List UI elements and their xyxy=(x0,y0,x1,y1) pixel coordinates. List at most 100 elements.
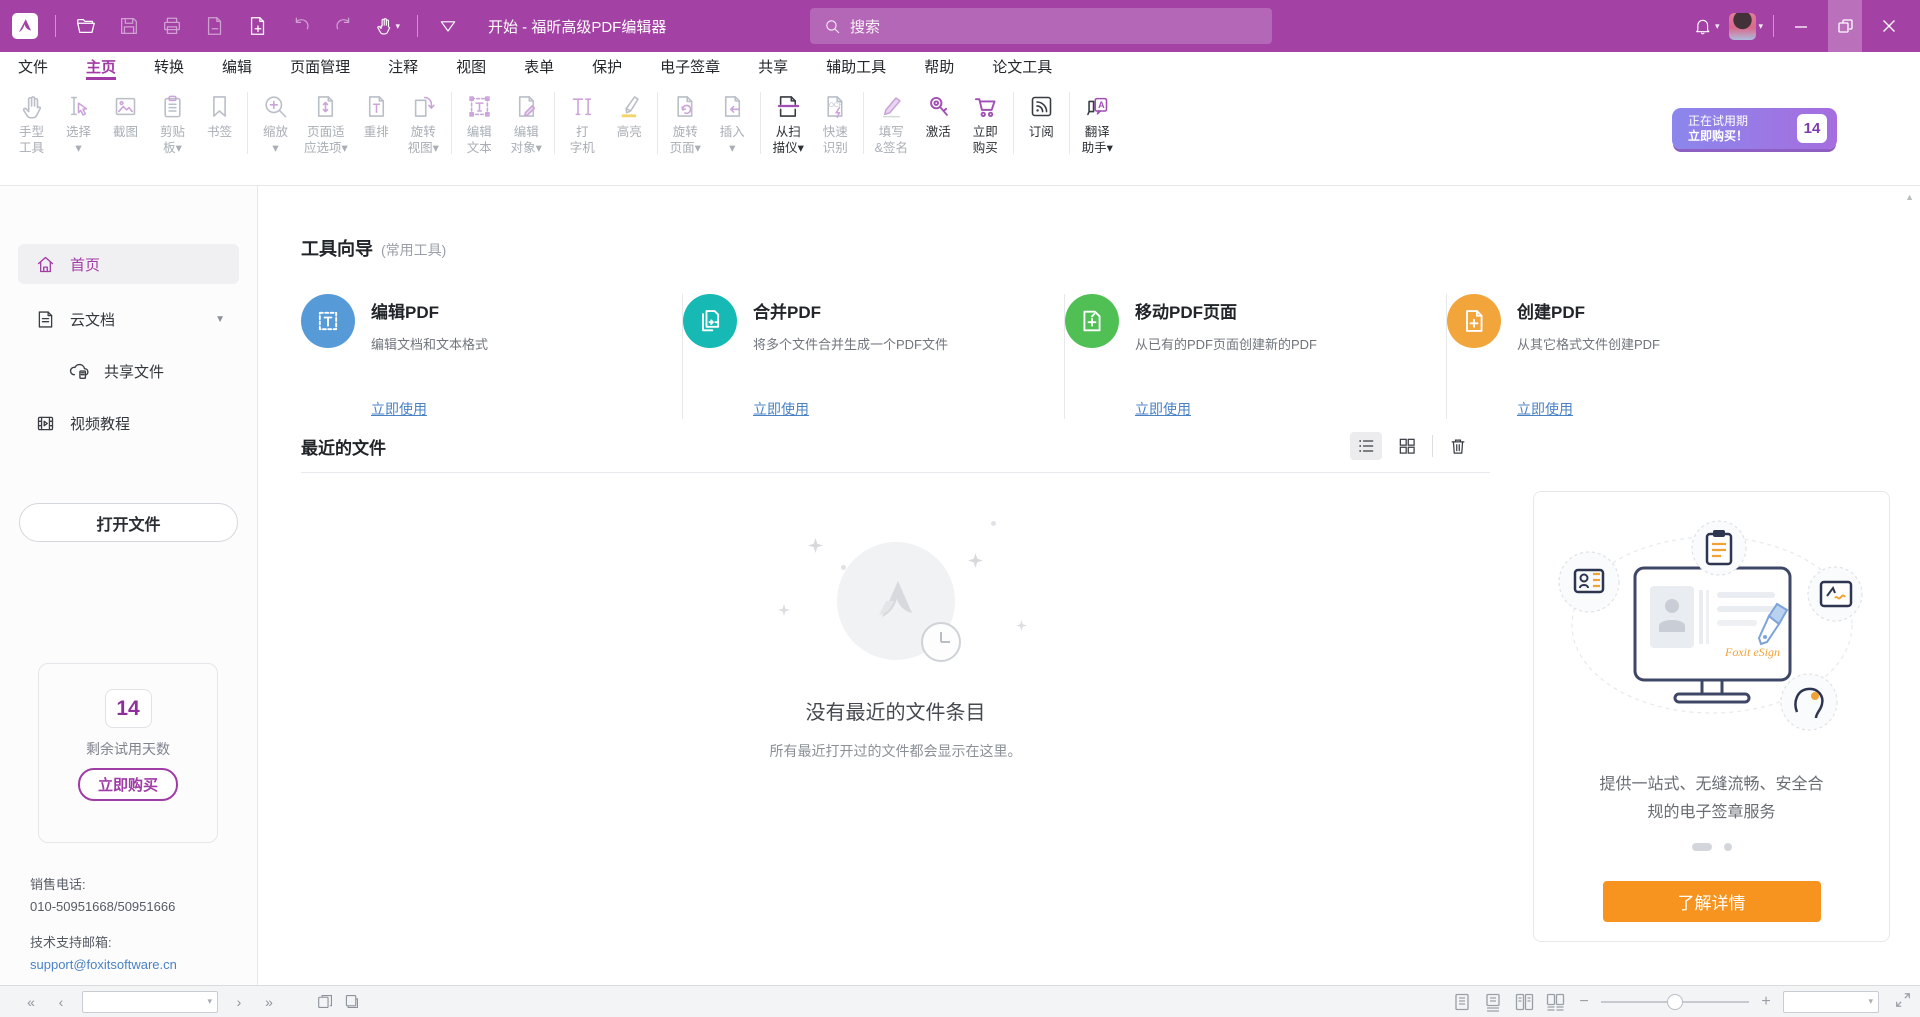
chevron-down-icon[interactable]: ▼ xyxy=(215,314,225,325)
hand-mode-icon[interactable]: ▾ xyxy=(374,11,400,41)
restore-button[interactable] xyxy=(1828,0,1862,52)
carousel-dots[interactable] xyxy=(1692,843,1732,851)
menu-page-management[interactable]: 页面管理 xyxy=(290,52,350,80)
save-icon[interactable] xyxy=(116,11,142,41)
carousel-dot[interactable] xyxy=(1724,843,1732,851)
menu-accessibility[interactable]: 辅助工具 xyxy=(826,52,886,80)
close-button[interactable] xyxy=(1872,0,1906,52)
tool-quick-ocr[interactable]: OCR 快速识别 xyxy=(812,88,859,156)
sidebar-item-cloud-docs[interactable]: 云文档 ▼ xyxy=(18,299,239,339)
collapse-ribbon-icon[interactable] xyxy=(435,11,461,41)
undo-icon[interactable] xyxy=(288,11,314,41)
use-now-link[interactable]: 立即使用 xyxy=(1135,399,1191,419)
learn-more-button[interactable]: 了解详情 xyxy=(1603,881,1821,922)
menu-paper-tools[interactable]: 论文工具 xyxy=(992,52,1052,80)
sparkle-icon xyxy=(968,553,983,573)
scrollbar-up-icon[interactable]: ▲ xyxy=(1905,192,1914,202)
print-icon[interactable] xyxy=(159,11,185,41)
tool-insert-page[interactable]: 插入▾ xyxy=(709,88,756,156)
use-now-link[interactable]: 立即使用 xyxy=(371,399,427,419)
zoom-out-button[interactable]: − xyxy=(1574,993,1594,1011)
grid-view-button[interactable] xyxy=(1391,432,1423,460)
tool-highlight[interactable]: 高亮 xyxy=(606,88,653,140)
search-input[interactable]: 搜索 xyxy=(810,8,1272,44)
carousel-dot-active[interactable] xyxy=(1692,843,1712,851)
avatar[interactable] xyxy=(1729,13,1756,40)
tool-bookmark[interactable]: 书签 xyxy=(196,88,243,140)
hand-mode-caret-icon: ▾ xyxy=(395,21,400,32)
previous-view-button[interactable] xyxy=(312,993,338,1010)
tool-reflow[interactable]: 重排 xyxy=(353,88,400,140)
add-page-icon[interactable] xyxy=(245,11,271,41)
tool-select[interactable]: 选择▾ xyxy=(55,88,102,156)
next-page-button[interactable]: › xyxy=(224,994,254,1010)
menu-help[interactable]: 帮助 xyxy=(924,52,954,80)
account-menu[interactable]: ▾ xyxy=(1729,13,1763,40)
tool-subscribe[interactable]: 订阅 xyxy=(1018,88,1065,140)
menu-edit[interactable]: 编辑 xyxy=(222,52,252,80)
zoom-in-button[interactable]: + xyxy=(1756,993,1776,1011)
zoom-slider[interactable] xyxy=(1601,992,1749,1012)
card-move-pdf-pages[interactable]: 移动PDF页面 从已有的PDF页面创建新的PDF 立即使用 xyxy=(1065,294,1447,419)
last-page-button[interactable]: » xyxy=(254,994,284,1010)
facing-continuous-view-button[interactable] xyxy=(1543,990,1567,1014)
use-now-link[interactable]: 立即使用 xyxy=(753,399,809,419)
fullscreen-button[interactable] xyxy=(1894,991,1912,1012)
tool-hand[interactable]: 手型工具 xyxy=(8,88,55,156)
list-view-button[interactable] xyxy=(1350,432,1382,460)
tool-typewriter[interactable]: 打字机 xyxy=(559,88,606,156)
trial-badge-line1: 正在试用期 xyxy=(1688,114,1797,129)
previous-page-button[interactable]: ‹ xyxy=(46,994,76,1010)
menu-share[interactable]: 共享 xyxy=(758,52,788,80)
menu-esign[interactable]: 电子签章 xyxy=(660,52,720,80)
menu-form[interactable]: 表单 xyxy=(524,52,554,80)
trial-badge[interactable]: 正在试用期 立即购买！ 14 xyxy=(1672,108,1837,149)
tool-activate[interactable]: 激活 xyxy=(915,88,962,140)
buy-now-button[interactable]: 立即购买 xyxy=(78,768,178,801)
menu-home[interactable]: 主页 xyxy=(86,52,116,80)
zoom-level-input[interactable]: ▾ xyxy=(1783,991,1879,1013)
card-create-pdf[interactable]: 创建PDF 从其它格式文件创建PDF 立即使用 xyxy=(1447,294,1829,419)
tool-translate-assistant[interactable]: A 翻译助手▾ xyxy=(1074,88,1121,156)
page-input-caret-icon[interactable]: ▾ xyxy=(207,996,212,1007)
card-edit-pdf[interactable]: 编辑PDF 编辑文档和文本格式 立即使用 xyxy=(301,294,683,419)
use-now-link[interactable]: 立即使用 xyxy=(1517,399,1573,419)
tool-buy-now[interactable]: 立即购买 xyxy=(962,88,1009,156)
card-merge-pdf[interactable]: 合并PDF 将多个文件合并生成一个PDF文件 立即使用 xyxy=(683,294,1065,419)
open-file-button[interactable]: 打开文件 xyxy=(19,503,238,542)
sidebar-item-home[interactable]: 首页 xyxy=(18,244,239,284)
tool-snapshot[interactable]: 截图 xyxy=(102,88,149,140)
zoom-slider-knob[interactable] xyxy=(1667,994,1683,1010)
tool-rotate-view[interactable]: 旋转视图▾ xyxy=(400,88,447,156)
open-file-icon[interactable] xyxy=(73,11,99,41)
continuous-view-button[interactable] xyxy=(1481,990,1505,1014)
sidebar-item-shared-files[interactable]: 共享文件 xyxy=(18,354,239,388)
tool-zoom[interactable]: 缩放▾ xyxy=(252,88,299,156)
tool-from-scanner[interactable]: 从扫描仪▾ xyxy=(765,88,812,156)
sidebar-item-video-tutorials[interactable]: 视频教程 xyxy=(18,403,239,443)
notifications-bell-icon[interactable]: ▾ xyxy=(1693,11,1719,41)
minimize-button[interactable] xyxy=(1784,0,1818,52)
tool-edit-object[interactable]: 编辑对象▾ xyxy=(503,88,550,156)
single-page-view-button[interactable] xyxy=(1450,990,1474,1014)
zoom-input-caret-icon[interactable]: ▾ xyxy=(1868,996,1873,1007)
support-email-link[interactable]: support@foxitsoftware.cn xyxy=(30,957,177,972)
menu-view[interactable]: 视图 xyxy=(456,52,486,80)
tool-fill-sign[interactable]: 填写&签名 xyxy=(868,88,915,156)
tool-rotate-page[interactable]: 旋转页面▾ xyxy=(662,88,709,156)
page-number-input[interactable]: ▾ xyxy=(82,991,218,1013)
first-page-button[interactable]: « xyxy=(16,994,46,1010)
facing-view-button[interactable] xyxy=(1512,990,1536,1014)
menu-convert[interactable]: 转换 xyxy=(154,52,184,80)
tool-edit-text[interactable]: 编辑文本 xyxy=(456,88,503,156)
tool-fit-page[interactable]: 页面适应选项▾ xyxy=(299,88,353,156)
menu-comment[interactable]: 注释 xyxy=(388,52,418,80)
menu-protect[interactable]: 保护 xyxy=(592,52,622,80)
menu-file[interactable]: 文件 xyxy=(18,52,48,80)
sidebar-item-label: 视频教程 xyxy=(70,413,130,434)
tool-clipboard[interactable]: 剪贴板▾ xyxy=(149,88,196,156)
next-view-button[interactable] xyxy=(338,993,364,1010)
delete-page-icon[interactable] xyxy=(202,11,228,41)
clear-recent-button[interactable] xyxy=(1442,432,1474,460)
redo-icon[interactable] xyxy=(331,11,357,41)
